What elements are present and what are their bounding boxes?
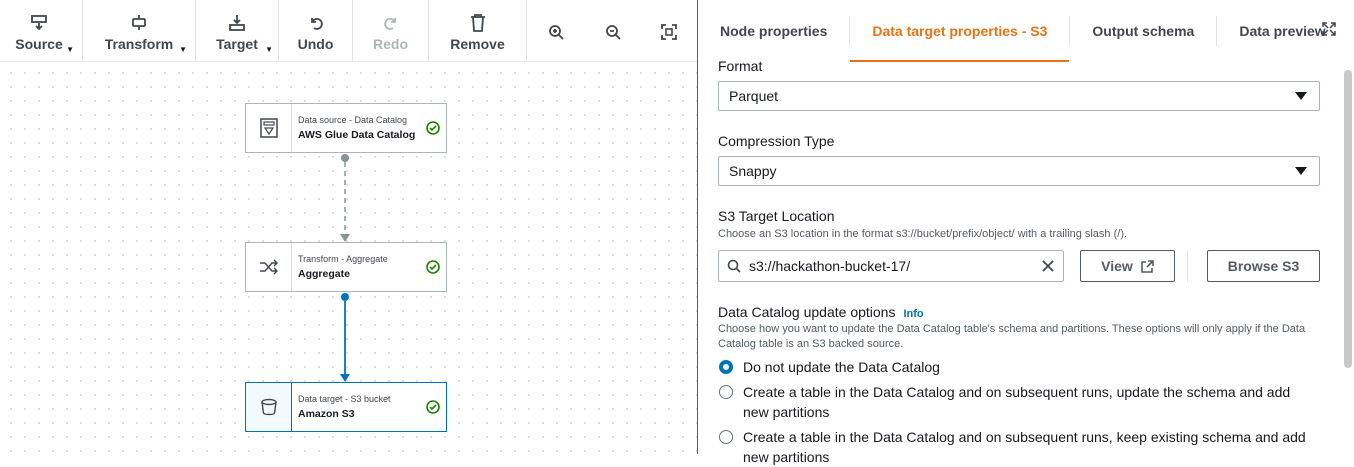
external-link-icon <box>1141 259 1154 273</box>
success-check-icon <box>420 400 446 414</box>
compression-value: Snappy <box>729 163 777 179</box>
remove-group: Remove <box>429 0 527 62</box>
success-check-icon <box>420 260 446 274</box>
button-divider <box>1187 250 1188 282</box>
zoom-in-icon <box>548 21 564 43</box>
source-icon <box>30 12 48 34</box>
editor-toolbar: Source ▼ Transform ▼ Target ▼ Undo Redo … <box>0 0 697 62</box>
zoom-in-button[interactable] <box>527 0 585 62</box>
node-title: Amazon S3 <box>298 408 355 420</box>
target-button[interactable]: Target ▼ <box>196 0 278 62</box>
node-data-source[interactable]: Data source - Data Catalog AWS Glue Data… <box>245 103 447 153</box>
panel-scrollbar[interactable] <box>1344 70 1352 368</box>
zoom-out-icon <box>605 21 621 43</box>
trash-icon <box>470 12 486 34</box>
node-subtitle: Transform - Aggregate <box>298 254 388 264</box>
compression-label: Compression Type <box>718 133 835 149</box>
undo-button[interactable]: Undo <box>279 0 352 62</box>
chevron-down-icon: ▼ <box>265 45 273 54</box>
radio-label: Do not update the Data Catalog <box>743 359 940 375</box>
tab-node-properties[interactable]: Node properties <box>698 0 849 62</box>
transform-button[interactable]: Transform ▼ <box>83 0 195 62</box>
node-subtitle: Data source - Data Catalog <box>298 115 408 125</box>
remove-button[interactable]: Remove <box>429 0 526 62</box>
target-icon <box>228 12 246 34</box>
s3-location-description: Choose an S3 location in the format s3:/… <box>718 228 1128 240</box>
edge-arrowhead <box>340 374 350 382</box>
format-label: Format <box>718 58 763 74</box>
source-button[interactable]: Source ▼ <box>0 0 78 62</box>
visual-editor: Source ▼ Transform ▼ Target ▼ Undo Redo … <box>0 0 697 454</box>
transform-group: Transform ▼ <box>83 0 196 62</box>
expand-icon[interactable] <box>1322 22 1336 41</box>
radio-button[interactable] <box>719 385 733 399</box>
node-transform[interactable]: Transform - Aggregate Aggregate <box>245 242 447 292</box>
chevron-down-icon: ▼ <box>66 45 74 54</box>
success-check-icon <box>420 121 446 135</box>
node-data-target[interactable]: Data target - S3 bucket Amazon S3 <box>245 382 447 432</box>
bucket-icon <box>246 383 292 431</box>
info-link[interactable]: Info <box>903 308 923 320</box>
radio-option-update-schema[interactable]: Create a table in the Data Catalog and o… <box>718 382 1318 422</box>
node-title: Aggregate <box>298 268 350 280</box>
redo-icon <box>383 12 399 34</box>
radio-button[interactable] <box>719 360 733 374</box>
redo-button[interactable]: Redo <box>353 0 428 62</box>
clear-icon[interactable] <box>1041 259 1055 273</box>
search-icon <box>727 259 741 273</box>
catalog-options-description: Choose how you want to update the Data C… <box>718 323 1306 350</box>
radio-label: Create a table in the Data Catalog and o… <box>743 429 1306 465</box>
data-catalog-icon <box>246 104 292 152</box>
s3-location-input[interactable]: s3://hackathon-bucket-17/ <box>718 250 1064 282</box>
zoom-out-button[interactable] <box>585 0 641 62</box>
undo-group: Undo <box>279 0 353 62</box>
radio-option-no-update[interactable]: Do not update the Data Catalog <box>718 357 940 377</box>
browse-s3-button[interactable]: Browse S3 <box>1207 250 1320 282</box>
dag-canvas[interactable]: Data source - Data Catalog AWS Glue Data… <box>0 62 697 454</box>
format-select[interactable]: Parquet <box>718 81 1320 111</box>
chevron-down-icon: ▼ <box>179 45 187 54</box>
tab-data-target-properties[interactable]: Data target properties - S3 <box>850 0 1070 62</box>
redo-group: Redo <box>353 0 429 62</box>
fit-to-screen-button[interactable] <box>641 0 697 62</box>
caret-down-icon <box>1295 167 1307 175</box>
source-group: Source ▼ <box>0 0 83 62</box>
caret-down-icon <box>1295 92 1307 100</box>
properties-tabs: Node properties Data target properties -… <box>698 0 1354 62</box>
fit-screen-icon <box>661 21 677 43</box>
view-button[interactable]: View <box>1080 250 1175 282</box>
s3-location-value: s3://hackathon-bucket-17/ <box>749 258 911 274</box>
properties-panel: Node properties Data target properties -… <box>697 0 1354 465</box>
radio-option-keep-schema[interactable]: Create a table in the Data Catalog and o… <box>718 427 1318 467</box>
s3-location-label: S3 Target Location <box>718 208 835 224</box>
radio-button[interactable] <box>719 430 733 444</box>
edge-handle[interactable] <box>341 293 349 301</box>
edge-handle[interactable] <box>341 154 349 162</box>
shuffle-icon <box>246 243 292 291</box>
node-subtitle: Data target - S3 bucket <box>298 394 391 404</box>
catalog-options-label: Data Catalog update options <box>718 304 896 320</box>
catalog-options-header: Data Catalog update options Info <box>718 304 924 320</box>
target-group: Target ▼ <box>196 0 279 62</box>
radio-label: Create a table in the Data Catalog and o… <box>743 384 1291 420</box>
format-value: Parquet <box>729 88 779 104</box>
edge-arrowhead <box>340 234 350 242</box>
node-title: AWS Glue Data Catalog <box>298 129 416 141</box>
transform-icon <box>130 12 148 34</box>
undo-icon <box>308 12 324 34</box>
compression-select[interactable]: Snappy <box>718 156 1320 186</box>
tab-output-schema[interactable]: Output schema <box>1070 0 1216 62</box>
